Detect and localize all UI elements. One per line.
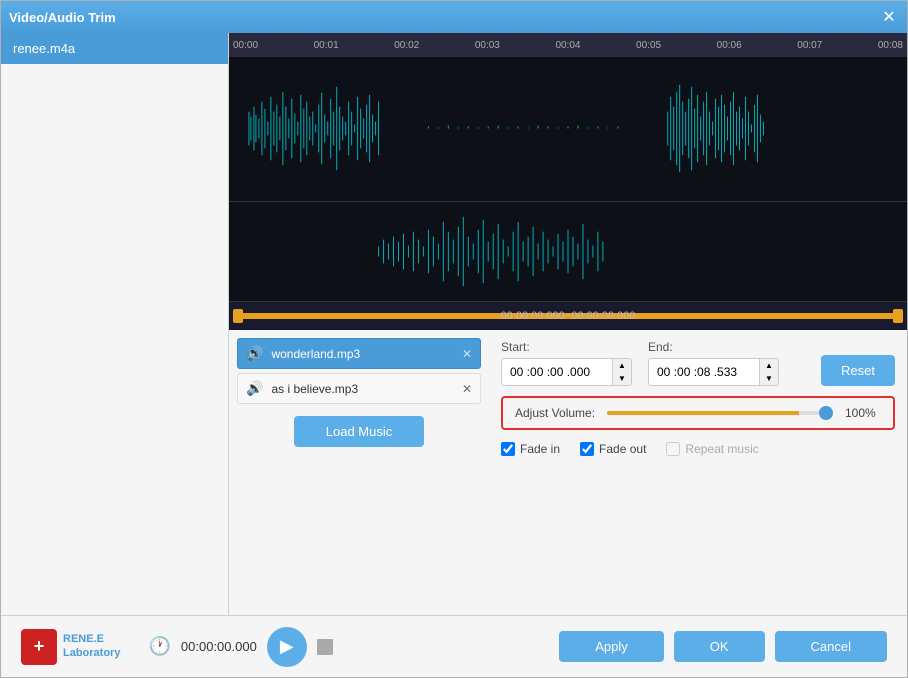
music-item-name-0: wonderland.mp3 [271,347,360,361]
music-list-panel: 🔊 wonderland.mp3 ✕ 🔊 as i believe.mp3 ✕ … [229,330,489,615]
footer-buttons: Apply OK Cancel [559,631,887,662]
scrubber-bar[interactable]: 00:00:00.000~00:00:00.000 [229,302,907,330]
timeline-label-2: 00:02 [394,40,419,51]
music-item-0[interactable]: 🔊 wonderland.mp3 ✕ [237,338,481,369]
scrubber-handle-left[interactable] [233,309,243,323]
repeat-music-label: Repeat music [685,442,758,456]
bottom-bar: + RENE.E Laboratory 🕐 00:00:00.000 ▶ App… [1,615,907,677]
waveform-area: 00:00 00:01 00:02 00:03 00:04 00:05 00:0… [229,33,907,330]
timeline-label-3: 00:03 [475,40,500,51]
apply-button[interactable]: Apply [559,631,664,662]
controls-area: 🔊 wonderland.mp3 ✕ 🔊 as i believe.mp3 ✕ … [229,330,907,615]
timeline-label-4: 00:04 [555,40,580,51]
timeline-label-8: 00:08 [878,40,903,51]
main-panel: 00:00 00:01 00:02 00:03 00:04 00:05 00:0… [229,33,907,615]
music-icon-0: 🔊 [246,345,263,362]
brand-line1: RENE.E [63,633,120,646]
start-input[interactable] [502,361,612,383]
fade-in-item[interactable]: Fade in [501,442,560,456]
close-button[interactable]: ✕ [879,7,899,27]
scrubber-handle-right[interactable] [893,309,903,323]
volume-label: Adjust Volume: [515,406,595,420]
brand-area: + RENE.E Laboratory [21,629,120,665]
volume-section: Adjust Volume: 100% [501,396,895,430]
ok-button[interactable]: OK [674,631,765,662]
brand-line2: Laboratory [63,647,120,660]
load-music-button[interactable]: Load Music [294,416,424,447]
end-label: End: [648,340,779,354]
end-spin: ▲ ▼ [759,359,778,385]
start-spin-down[interactable]: ▼ [613,372,631,385]
waveform-track-top [229,57,907,202]
music-item-close-0[interactable]: ✕ [462,347,472,361]
start-field: Start: ▲ ▼ [501,340,632,386]
sidebar: renee.m4a [1,33,229,615]
trim-controls: Start: ▲ ▼ End: [489,330,907,615]
music-icon-1: 🔊 [246,380,263,397]
fade-out-item[interactable]: Fade out [580,442,646,456]
titlebar: Video/Audio Trim ✕ [1,1,907,33]
music-item-close-1[interactable]: ✕ [462,382,472,396]
end-spin-up[interactable]: ▲ [760,359,778,372]
repeat-music-checkbox [666,442,680,456]
play-icon: ▶ [280,636,294,657]
end-input-wrapper: ▲ ▼ [648,358,779,386]
waveform-svg-top [229,57,907,201]
content-area: renee.m4a 00:00 00:01 00:02 00:03 00:04 … [1,33,907,615]
window-title: Video/Audio Trim [9,10,116,25]
brand-logo-icon: + [34,636,45,657]
fade-out-label: Fade out [599,442,646,456]
clock-icon: 🕐 [148,636,170,657]
fade-in-label: Fade in [520,442,560,456]
timeline-label-7: 00:07 [797,40,822,51]
volume-slider[interactable] [607,411,833,415]
time-inputs-row: Start: ▲ ▼ End: [501,340,895,386]
waveform-svg-bottom [229,202,907,301]
brand-logo: + [21,629,57,665]
repeat-music-item[interactable]: Repeat music [666,442,758,456]
sidebar-item-file[interactable]: renee.m4a [1,33,228,64]
start-spin: ▲ ▼ [612,359,631,385]
fade-out-checkbox[interactable] [580,442,594,456]
cancel-button[interactable]: Cancel [775,631,887,662]
sidebar-item-label: renee.m4a [13,41,75,56]
end-spin-down[interactable]: ▼ [760,372,778,385]
end-field: End: ▲ ▼ [648,340,779,386]
end-input[interactable] [649,361,759,383]
reset-button[interactable]: Reset [821,355,895,386]
start-label: Start: [501,340,632,354]
timeline-labels: 00:00 00:01 00:02 00:03 00:04 00:05 00:0… [233,40,903,51]
timeline-ruler: 00:00 00:01 00:02 00:03 00:04 00:05 00:0… [229,33,907,57]
start-spin-up[interactable]: ▲ [613,359,631,372]
playback-time: 00:00:00.000 [181,639,257,654]
volume-value: 100% [845,406,881,420]
fade-in-checkbox[interactable] [501,442,515,456]
play-button[interactable]: ▶ [267,627,307,667]
main-window: Video/Audio Trim ✕ renee.m4a 00:00 00:01… [0,0,908,678]
timeline-label-5: 00:05 [636,40,661,51]
timeline-label-0: 00:00 [233,40,258,51]
timeline-label-1: 00:01 [314,40,339,51]
music-item-name-1: as i believe.mp3 [271,382,358,396]
stop-button[interactable] [317,639,333,655]
scrubber-time-display: 00:00:00.000~00:00:00.000 [501,310,636,322]
checkboxes-row: Fade in Fade out Repeat music [501,442,895,456]
waveform-track-bottom [229,202,907,302]
music-item-1[interactable]: 🔊 as i believe.mp3 ✕ [237,373,481,404]
start-input-wrapper: ▲ ▼ [501,358,632,386]
brand-text: RENE.E Laboratory [63,633,120,659]
playback-section: 🕐 00:00:00.000 ▶ [148,627,547,667]
load-music-wrapper: Load Music [237,416,481,447]
timeline-label-6: 00:06 [717,40,742,51]
